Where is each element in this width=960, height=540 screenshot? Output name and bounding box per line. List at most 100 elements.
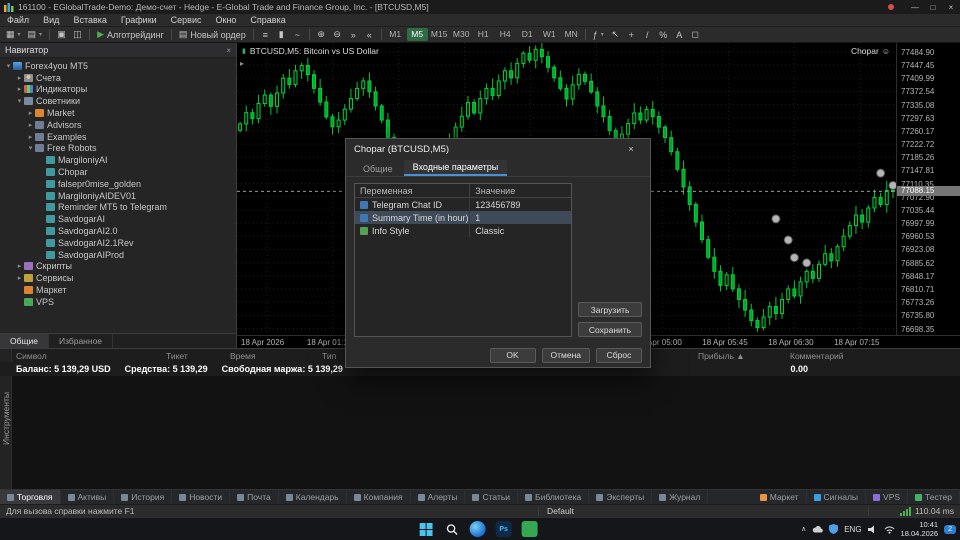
line-chart-button[interactable]: ~	[290, 28, 305, 41]
search-button[interactable]	[444, 521, 460, 537]
cancel-button[interactable]: Отмена	[542, 348, 591, 363]
tree-item-savdogarai2.1rev[interactable]: SavdogarAI2.1Rev	[0, 237, 236, 249]
menu-сервис[interactable]: Сервис	[164, 15, 209, 25]
trade-marker-icon[interactable]	[803, 259, 811, 267]
one-click-trading-toggle[interactable]: ▸	[240, 59, 244, 68]
menu-справка[interactable]: Справка	[243, 15, 292, 25]
column-header-время[interactable]: Время	[230, 351, 322, 361]
browser-icon[interactable]	[470, 521, 486, 537]
dialog-tab-common[interactable]: Общие	[354, 162, 402, 176]
new-chart-button[interactable]: ▦▾	[3, 28, 24, 41]
menu-вставка[interactable]: Вставка	[66, 15, 113, 25]
trade-marker-icon[interactable]	[889, 181, 896, 189]
tree-expanded-icon[interactable]: ▾	[15, 97, 24, 105]
toolbox-tab-календарь[interactable]: Календарь	[279, 490, 347, 504]
tray-expand-icon[interactable]: ∧	[801, 525, 806, 533]
param-row-summary-time-in-hour[interactable]: Summary Time (in hour)1	[355, 211, 571, 224]
close-button[interactable]: ×	[942, 3, 960, 12]
toolbox-tab-эксперты[interactable]: Эксперты	[589, 490, 652, 504]
connection-status[interactable]: 110.04 ms	[868, 506, 960, 516]
toolbox-tab-журнал[interactable]: Журнал	[652, 490, 708, 504]
text-button[interactable]: A	[672, 28, 687, 41]
wifi-icon[interactable]	[884, 525, 895, 534]
algo-trading-button[interactable]: ▶Алготрейдинг	[94, 28, 167, 41]
tree-collapsed-icon[interactable]: ▸	[15, 262, 24, 270]
language-indicator[interactable]: ENG	[844, 525, 861, 534]
tree-collapsed-icon[interactable]: ▸	[15, 85, 24, 93]
navigator-tab-common[interactable]: Общие	[0, 334, 49, 348]
tree-item-margiloniyai[interactable]: MargiloniyAI	[0, 154, 236, 166]
param-value[interactable]: Classic	[470, 226, 571, 236]
chart-shift-button[interactable]: «	[362, 28, 377, 41]
dialog-close-icon[interactable]: ×	[620, 144, 642, 155]
candles-chart-button[interactable]: ▮	[274, 28, 289, 41]
toolbox-tab-активы[interactable]: Активы	[61, 490, 115, 504]
tree-expanded-icon[interactable]: ▾	[26, 144, 35, 152]
save-button[interactable]: Сохранить	[578, 322, 642, 337]
tree-item-скрипты[interactable]: ▸Скрипты	[0, 261, 236, 273]
tree-item-market[interactable]: ▸Market	[0, 107, 236, 119]
trendline-button[interactable]: /	[640, 28, 655, 41]
navigator-close-icon[interactable]: ×	[226, 46, 231, 55]
dialog-tab-inputs[interactable]: Входные параметры	[404, 160, 508, 176]
tree-collapsed-icon[interactable]: ▸	[26, 121, 35, 129]
zoom-in-button[interactable]: ⊕	[314, 28, 329, 41]
tree-collapsed-icon[interactable]: ▸	[26, 133, 35, 141]
zoom-out-button[interactable]: ⊖	[330, 28, 345, 41]
timeframe-h4[interactable]: H4	[495, 28, 516, 41]
toolbox-tab-новости[interactable]: Новости	[172, 490, 230, 504]
timeframe-mn[interactable]: MN	[561, 28, 582, 41]
cursor-button[interactable]: ↖	[608, 28, 623, 41]
reset-button[interactable]: Сброс	[596, 348, 642, 363]
ea-smiley-icon[interactable]: ☺	[882, 47, 890, 56]
timeframe-m15[interactable]: M15	[429, 28, 450, 41]
tree-item-margiloniyaidev01[interactable]: MargiloniyAIDEV01	[0, 190, 236, 202]
toolbox-button-vps[interactable]: VPS	[866, 490, 908, 504]
trade-marker-icon[interactable]	[790, 254, 798, 262]
indicators-button[interactable]: ƒ▾	[590, 28, 607, 41]
volume-icon[interactable]	[868, 525, 878, 534]
notification-center-badge[interactable]: 2	[944, 525, 956, 534]
timeframe-w1[interactable]: W1	[539, 28, 560, 41]
tree-item-savdogarai[interactable]: SavdogarAI	[0, 213, 236, 225]
auto-scroll-button[interactable]: »	[346, 28, 361, 41]
column-header-тикет[interactable]: Тикет	[166, 351, 230, 361]
tree-collapsed-icon[interactable]: ▸	[15, 74, 24, 82]
toolbox-button-маркет[interactable]: Маркет	[753, 490, 807, 504]
tree-item-free-robots[interactable]: ▾Free Robots	[0, 143, 236, 155]
tree-item-reminder-mt5-to-telegram[interactable]: Reminder MT5 to Telegram	[0, 202, 236, 214]
app-icon-green[interactable]	[522, 521, 538, 537]
tree-item-сервисы[interactable]: ▸Сервисы	[0, 272, 236, 284]
timeframe-h1[interactable]: H1	[473, 28, 494, 41]
tree-item-chopar[interactable]: Chopar	[0, 166, 236, 178]
toolbox-tab-алерты[interactable]: Алерты	[411, 490, 466, 504]
timeframe-d1[interactable]: D1	[517, 28, 538, 41]
toolbox-tab-почта[interactable]: Почта	[230, 490, 279, 504]
column-header-прибыль[interactable]: Прибыль ▲	[698, 351, 790, 361]
dialog-title-bar[interactable]: Chopar (BTCUSD,M5) ×	[346, 139, 650, 159]
trade-marker-icon[interactable]	[784, 236, 792, 244]
param-value[interactable]: 1	[470, 213, 571, 223]
column-header-value[interactable]: Значение	[470, 186, 571, 196]
profile-selector[interactable]: Default	[538, 506, 868, 516]
tree-item-savdogaraiprod[interactable]: SavdogarAIProd	[0, 249, 236, 261]
tree-collapsed-icon[interactable]: ▸	[26, 109, 35, 117]
onedrive-cloud-icon[interactable]	[812, 525, 823, 534]
tree-item-индикаторы[interactable]: ▸Индикаторы	[0, 84, 236, 96]
load-button[interactable]: Загрузить	[578, 302, 642, 317]
start-button[interactable]	[418, 521, 434, 537]
minimize-button[interactable]: —	[906, 3, 924, 12]
cascade-windows-button[interactable]: ▣	[54, 28, 69, 41]
menu-графики[interactable]: Графики	[114, 15, 164, 25]
ok-button[interactable]: OK	[490, 348, 536, 363]
column-header-символ[interactable]: Символ	[16, 351, 166, 361]
timeframe-m30[interactable]: M30	[451, 28, 472, 41]
new-order-button[interactable]: ▤Новый ордер	[176, 28, 249, 41]
toolbox-tab-статьи[interactable]: Статьи	[465, 490, 518, 504]
param-row-info-style[interactable]: Info StyleClassic	[355, 224, 571, 237]
notifications-badge[interactable]	[888, 4, 894, 10]
timeframe-m1[interactable]: M1	[385, 28, 406, 41]
trade-marker-icon[interactable]	[877, 169, 885, 177]
column-header-variable[interactable]: Переменная	[355, 184, 470, 197]
tree-item-маркет[interactable]: Маркет	[0, 284, 236, 296]
